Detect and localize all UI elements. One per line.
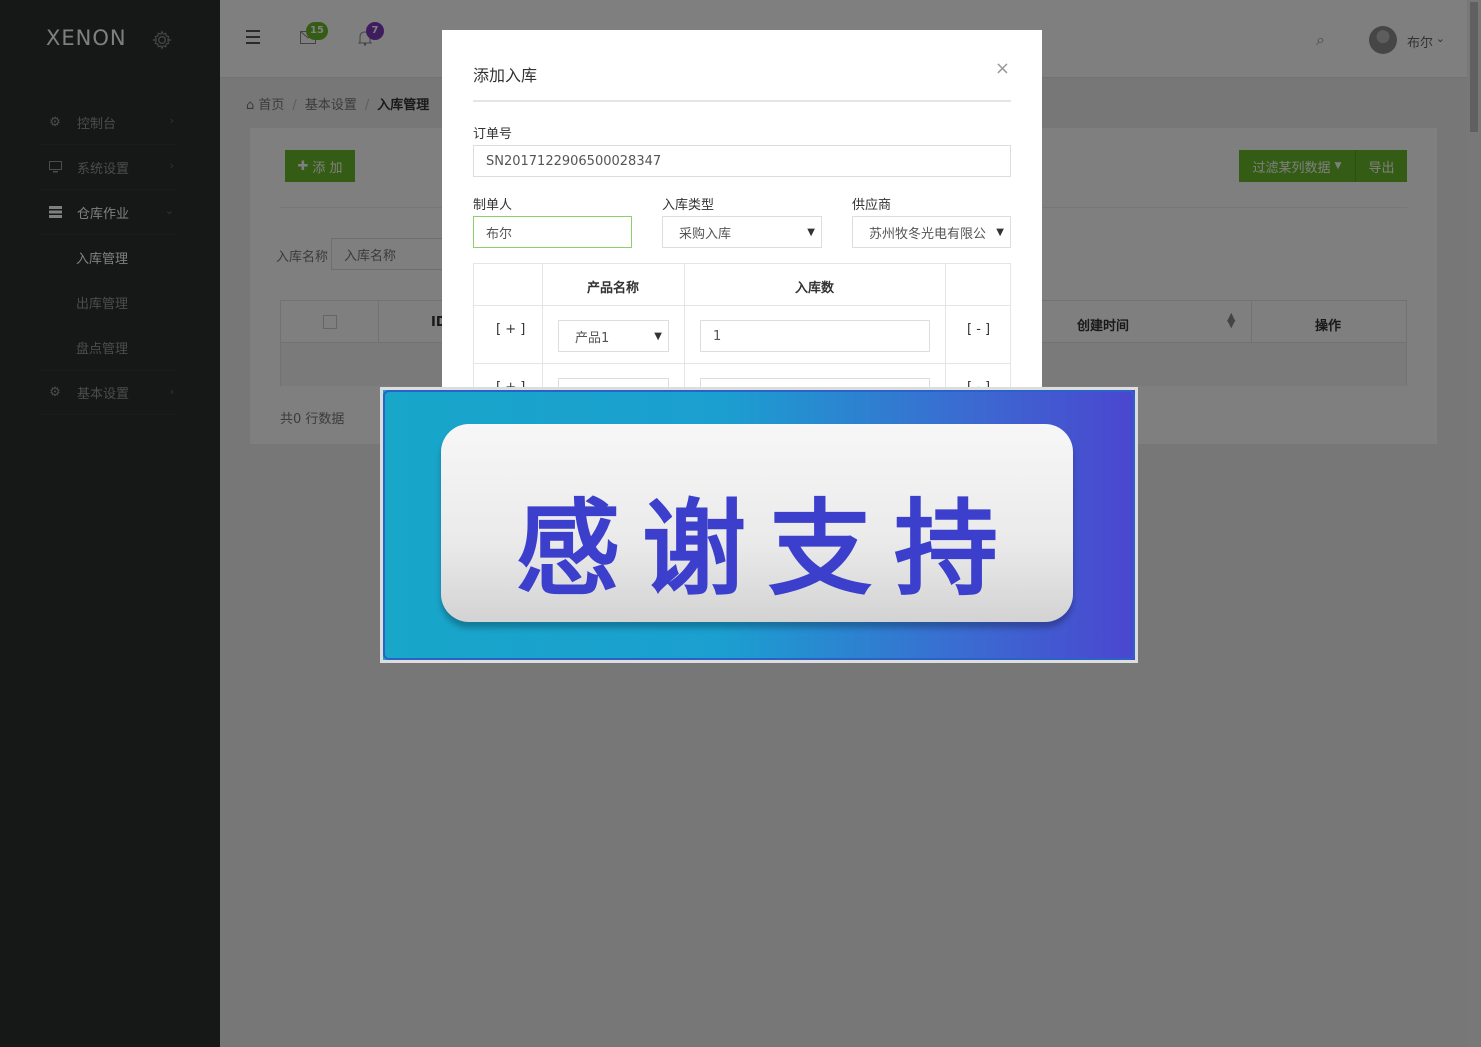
product-table: 产品名称 入库数 [ + ] 产品1 ▼ 1 [ - ] [ + ] <box>473 263 1011 387</box>
banner-plate: 感谢支持 <box>441 424 1073 622</box>
product-value: 产品1 <box>575 330 610 346</box>
divider <box>945 264 946 305</box>
divider <box>473 100 1011 102</box>
supplier-label: 供应商 <box>852 198 892 213</box>
divider <box>542 306 543 363</box>
caret-down-icon: ▼ <box>654 331 662 342</box>
divider <box>473 364 474 387</box>
divider <box>1010 364 1011 387</box>
table-row: [ + ] [ - ] <box>473 364 1011 387</box>
banner-text: 感谢支持 <box>515 488 1020 610</box>
divider <box>473 306 474 363</box>
quantity-input[interactable]: 1 <box>700 320 930 352</box>
divider <box>1010 306 1011 363</box>
quantity-input[interactable] <box>700 378 930 387</box>
modal-title: 添加入库 <box>473 66 538 85</box>
product-table-header: 产品名称 入库数 <box>473 264 1011 306</box>
supplier-value: 苏州牧冬光电有限公 <box>869 226 987 242</box>
divider <box>945 364 946 387</box>
order-number-field[interactable]: SN2017122906500028347 <box>473 145 1011 177</box>
divider <box>542 364 543 387</box>
inbound-type-value: 采购入库 <box>679 226 732 242</box>
divider <box>684 264 685 305</box>
divider <box>684 306 685 363</box>
divider <box>473 264 474 305</box>
remove-row-button[interactable]: [ - ] <box>967 380 990 387</box>
add-row-button[interactable]: [ + ] <box>496 380 525 387</box>
maker-label: 制单人 <box>473 198 513 213</box>
maker-field[interactable]: 布尔 <box>473 216 632 248</box>
remove-row-button[interactable]: [ - ] <box>967 322 990 337</box>
thanks-banner: 感谢支持 <box>380 387 1138 663</box>
add-row-button[interactable]: [ + ] <box>496 322 525 337</box>
caret-down-icon: ▼ <box>807 227 815 238</box>
caret-down-icon: ▼ <box>996 227 1004 238</box>
inbound-type-select[interactable]: 采购入库 ▼ <box>662 216 822 248</box>
column-header-quantity: 入库数 <box>795 281 835 296</box>
product-select[interactable]: 产品1 ▼ <box>558 320 669 352</box>
divider <box>945 306 946 363</box>
close-icon[interactable]: × <box>995 58 1010 79</box>
inbound-type-label: 入库类型 <box>662 198 715 213</box>
divider <box>542 264 543 305</box>
order-number-label: 订单号 <box>473 127 513 142</box>
product-select[interactable] <box>558 378 669 387</box>
supplier-select[interactable]: 苏州牧冬光电有限公 ▼ <box>852 216 1011 248</box>
column-header-product: 产品名称 <box>587 281 640 296</box>
table-row: [ + ] 产品1 ▼ 1 [ - ] <box>473 306 1011 364</box>
divider <box>1010 264 1011 305</box>
divider <box>684 364 685 387</box>
add-inbound-modal: 添加入库 × 订单号 SN2017122906500028347 制单人 布尔 … <box>442 30 1042 387</box>
